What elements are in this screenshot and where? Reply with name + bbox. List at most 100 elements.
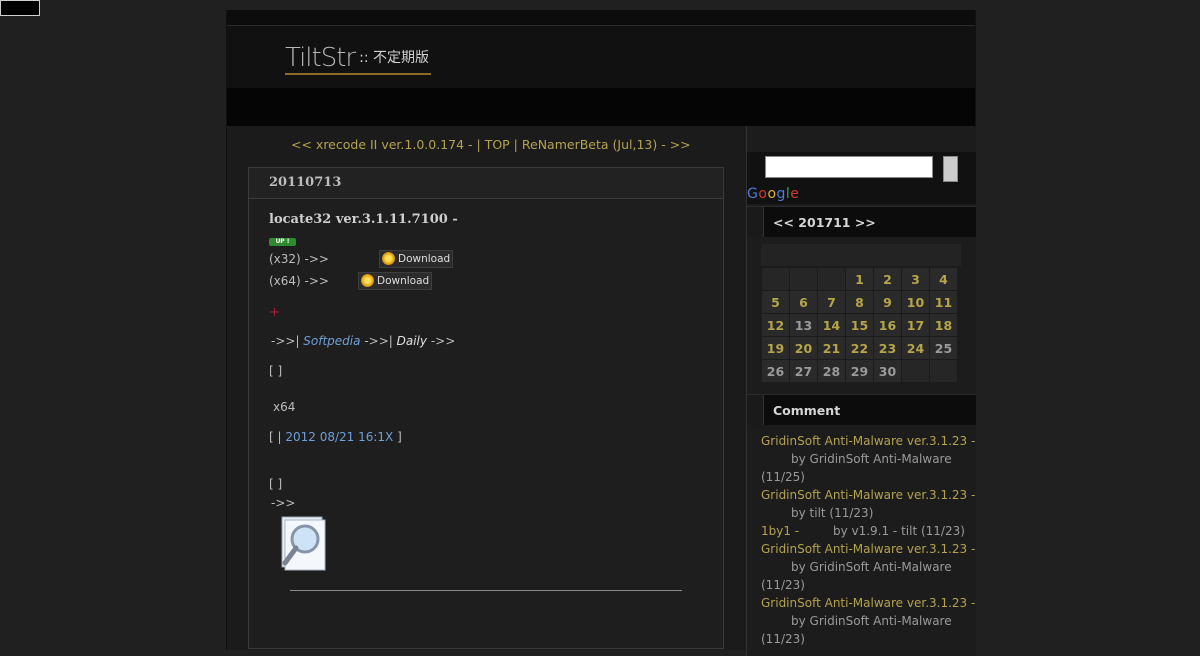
- bracket-line-2: [ | 2012 08/21 16:1X ]: [269, 430, 402, 444]
- calendar-empty-cell: [930, 360, 957, 382]
- calendar-day[interactable]: 24: [902, 337, 929, 359]
- header-mark: [747, 395, 764, 425]
- calendar-empty-cell: [790, 268, 817, 290]
- site-logo[interactable]: TiltStr:: 不定期版: [285, 43, 429, 77]
- calendar-day[interactable]: 27: [790, 360, 817, 382]
- calendar-day[interactable]: 2: [874, 268, 901, 290]
- search-band: Google: [747, 152, 976, 204]
- timestamp-link[interactable]: 2012 08/21 16:1X: [285, 430, 393, 444]
- bracket-line-3: [ ]: [269, 477, 283, 491]
- calendar-day[interactable]: 19: [762, 337, 789, 359]
- blog-post: 20110713 locate32 ver.3.1.11.7100 - UP !…: [248, 167, 724, 649]
- calendar-day[interactable]: 15: [846, 314, 873, 336]
- comment-entry-title[interactable]: GridinSoft Anti-Malware ver.3.1.23 -: [761, 596, 975, 610]
- calendar-day[interactable]: 1: [846, 268, 873, 290]
- calendar-month-nav[interactable]: << 201711 >>: [773, 215, 876, 230]
- calendar-day[interactable]: 5: [762, 291, 789, 313]
- post-date: 20110713: [269, 175, 342, 190]
- calendar-empty-cell: [762, 268, 789, 290]
- bracket-line-1: [ ]: [269, 364, 283, 378]
- calendar-day[interactable]: 20: [790, 337, 817, 359]
- links-mid: ->>|: [360, 334, 397, 348]
- download-label: Download: [377, 275, 430, 287]
- download-label: Download: [398, 253, 451, 265]
- comment-item[interactable]: GridinSoft Anti-Malware ver.3.1.23 - by …: [761, 432, 976, 486]
- magnifier-icon[interactable]: [279, 515, 327, 571]
- x32-label: (x32) ->>: [269, 252, 329, 266]
- calendar-day[interactable]: 23: [874, 337, 901, 359]
- up-badge: UP !: [269, 238, 296, 246]
- calendar-day[interactable]: 17: [902, 314, 929, 336]
- download-gear-icon: [361, 274, 374, 287]
- calendar-day[interactable]: 7: [818, 291, 845, 313]
- calendar-day[interactable]: 18: [930, 314, 957, 336]
- calendar-day[interactable]: 8: [846, 291, 873, 313]
- calendar-empty-cell: [818, 268, 845, 290]
- calendar-weekday-band: [761, 244, 961, 266]
- calendar-day[interactable]: 13: [790, 314, 817, 336]
- calendar-day[interactable]: 10: [902, 291, 929, 313]
- plus-mark: +: [269, 305, 280, 320]
- header-nav-band: [227, 88, 975, 126]
- calendar-day[interactable]: 25: [930, 337, 957, 359]
- comment-title: Comment: [773, 403, 841, 418]
- sidebar: Google << 201711 >> 1 2 3 4 5 6 7 8 9 10 11 12 13 14 1…: [746, 126, 976, 656]
- calendar-day[interactable]: 21: [818, 337, 845, 359]
- x64-label: (x64) ->>: [269, 274, 329, 288]
- download-x64-button[interactable]: Download: [358, 272, 433, 290]
- prev-entry-link[interactable]: << xrecode II ver.1.0.0.174 -: [291, 137, 477, 152]
- calendar-day[interactable]: 12: [762, 314, 789, 336]
- search-button[interactable]: [943, 156, 958, 182]
- comment-author: by GridinSoft Anti-Malware (11/25): [761, 452, 952, 484]
- next-entry-link[interactable]: ReNamerBeta (Jul,13) -: [522, 137, 670, 152]
- comment-entry-title[interactable]: GridinSoft Anti-Malware ver.3.1.23 -: [761, 434, 975, 448]
- logo-underline: [285, 73, 431, 75]
- download-x32-button[interactable]: Download: [379, 250, 454, 268]
- comment-entry-title[interactable]: GridinSoft Anti-Malware ver.3.1.23 -: [761, 542, 975, 556]
- comment-author: by GridinSoft Anti-Malware (11/23): [761, 560, 952, 592]
- calendar-day[interactable]: 26: [762, 360, 789, 382]
- calendar-header: << 201711 >>: [747, 206, 976, 237]
- calendar-day[interactable]: 6: [790, 291, 817, 313]
- comment-list: GridinSoft Anti-Malware ver.3.1.23 - by …: [761, 432, 976, 648]
- comment-header: Comment: [747, 394, 976, 425]
- calendar-day[interactable]: 3: [902, 268, 929, 290]
- daily-link[interactable]: Daily: [397, 334, 427, 348]
- comment-item[interactable]: GridinSoft Anti-Malware ver.3.1.23 - by …: [761, 540, 976, 594]
- post-date-bar: 20110713: [249, 168, 723, 199]
- comment-entry-title[interactable]: GridinSoft Anti-Malware ver.3.1.23 -: [761, 488, 975, 502]
- softpedia-link[interactable]: Softpedia: [303, 334, 360, 348]
- links-suffix: ->>: [427, 334, 456, 348]
- comment-item[interactable]: GridinSoft Anti-Malware ver.3.1.23 - by …: [761, 594, 976, 648]
- calendar-day[interactable]: 11: [930, 291, 957, 313]
- top-left-box: [0, 0, 40, 16]
- post-title: locate32 ver.3.1.11.7100 -: [269, 212, 458, 227]
- comment-entry-title[interactable]: 1by1 -: [761, 524, 803, 538]
- links-row: ->>| Softpedia ->>| Daily ->>: [271, 334, 455, 348]
- calendar-empty-cell: [902, 360, 929, 382]
- search-input[interactable]: [765, 156, 933, 178]
- next-entry-arrow[interactable]: >>: [670, 137, 691, 152]
- google-logo: Google: [747, 186, 800, 202]
- calendar-day[interactable]: 4: [930, 268, 957, 290]
- x64-text: x64: [273, 400, 296, 414]
- calendar-day[interactable]: 14: [818, 314, 845, 336]
- arrow-text: ->>: [271, 496, 296, 510]
- calendar-day[interactable]: 28: [818, 360, 845, 382]
- comment-item[interactable]: 1by1 - by v1.9.1 - tilt (11/23): [761, 522, 976, 540]
- top-link[interactable]: TOP: [485, 137, 510, 152]
- logo-main-text: TiltStr: [285, 43, 356, 73]
- header-top-strip: [227, 10, 975, 26]
- calendar-day[interactable]: 29: [846, 360, 873, 382]
- links-prefix: ->>|: [271, 334, 304, 348]
- comment-author: by GridinSoft Anti-Malware (11/23): [761, 614, 952, 646]
- bracket2-post: ]: [393, 430, 402, 444]
- calendar-day[interactable]: 16: [874, 314, 901, 336]
- page-frame: TiltStr:: 不定期版 << xrecode II ver.1.0.0.1…: [226, 10, 976, 656]
- post-divider: [290, 590, 682, 591]
- logo-sub-text: :: 不定期版: [359, 50, 430, 66]
- calendar-day[interactable]: 30: [874, 360, 901, 382]
- comment-item[interactable]: GridinSoft Anti-Malware ver.3.1.23 - by …: [761, 486, 976, 522]
- calendar-day[interactable]: 9: [874, 291, 901, 313]
- calendar-day[interactable]: 22: [846, 337, 873, 359]
